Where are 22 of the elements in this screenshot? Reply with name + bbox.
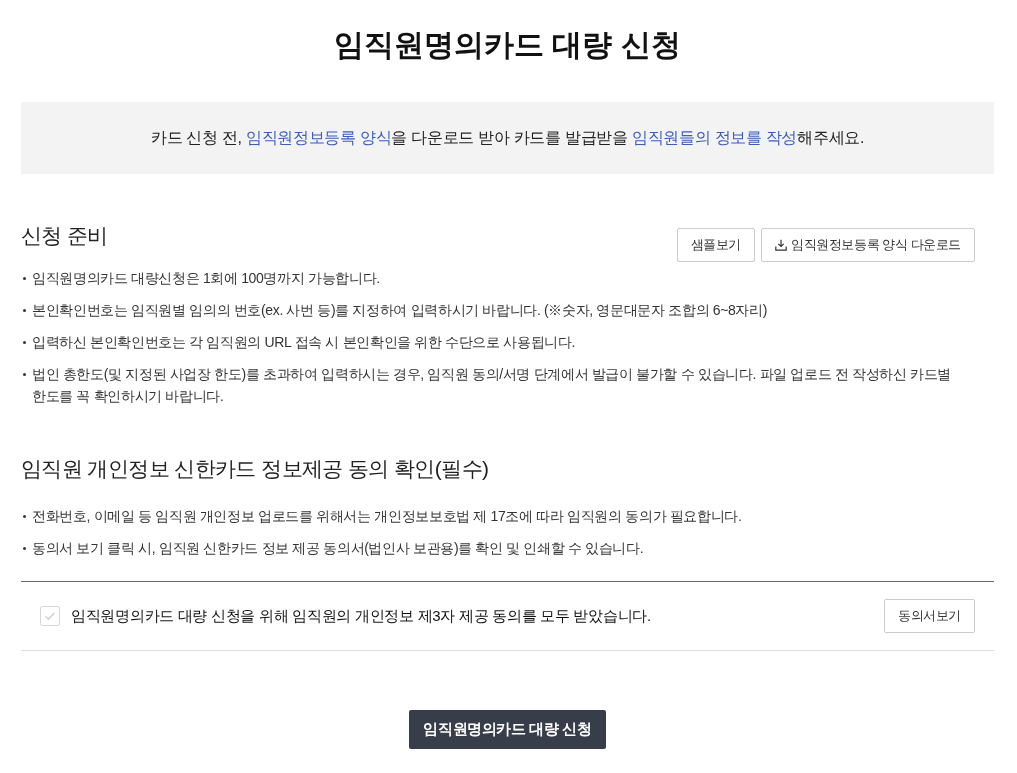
submit-button[interactable]: 임직원명의카드 대량 신청 [409, 710, 606, 749]
bullet-icon [23, 277, 26, 280]
bullet-icon [23, 515, 26, 518]
sample-button[interactable]: 샘플보기 [676, 228, 756, 262]
consent-label: 임직원명의카드 대량 신청을 위해 임직원의 개인정보 제3자 제공 동의를 모두 받았습니다. [71, 606, 651, 626]
page-title: 임직원명의카드 대량 신청 [333, 27, 682, 63]
bullet-icon [23, 309, 26, 312]
bullet-text: 법인 총한도(및 지정된 사업장 한도)를 초과하여 입력하시는 경우, 임직원 동의/서명 단계에서 발급이 불가할 수 있습니다. 파일 업로드 전 작성하신 카드별 한도를 꼭 확인하시기 바랍니다. [32, 365, 953, 406]
section-heading: 신청 준비 [21, 223, 108, 249]
consent-form-button[interactable]: 동의서보기 [884, 599, 975, 633]
bullet-icon [23, 547, 26, 550]
checkbox[interactable] [40, 606, 60, 626]
bullet-text: 동의서 보기 클릭 시, 임직원 신한카드 정보 제공 동의서(법인사 보관용)를 확인 및 인쇄할 수 있습니다. [32, 539, 644, 558]
download-button[interactable]: 임직원정보등록 양식 다운로드 [761, 228, 975, 262]
bullet-icon [23, 341, 26, 344]
bullet-icon [23, 373, 26, 376]
section-heading: 임직원 개인정보 신한카드 정보제공 동의 확인(필수) [21, 456, 489, 482]
bullet-text: 임직원명의카드 대량신청은 1회에 100명까지 가능합니다. [32, 269, 380, 288]
bullet-text: 입력하신 본인확인번호는 각 임직원의 URL 접속 시 본인확인을 위한 수단으로 사용됩니다. [32, 333, 576, 352]
bullet-text: 본인확인번호는 임직원별 임의의 번호(ex. 사번 등)를 지정하여 입력하시기 바랍니다. (※숫자, 영문대문자 조합의 6~8자리) [32, 301, 768, 320]
notice-text: 카드 신청 전, 임직원정보등록 양식을 다운로드 받아 카드를 발급받을 임직원들의 정보를 작성해주세요. [150, 128, 865, 148]
bullet-text: 전화번호, 이메일 등 임직원 개인정보 업로드를 위해서는 개인정보보호법 제 17조에 따라 임직원의 동의가 필요합니다. [32, 507, 742, 526]
